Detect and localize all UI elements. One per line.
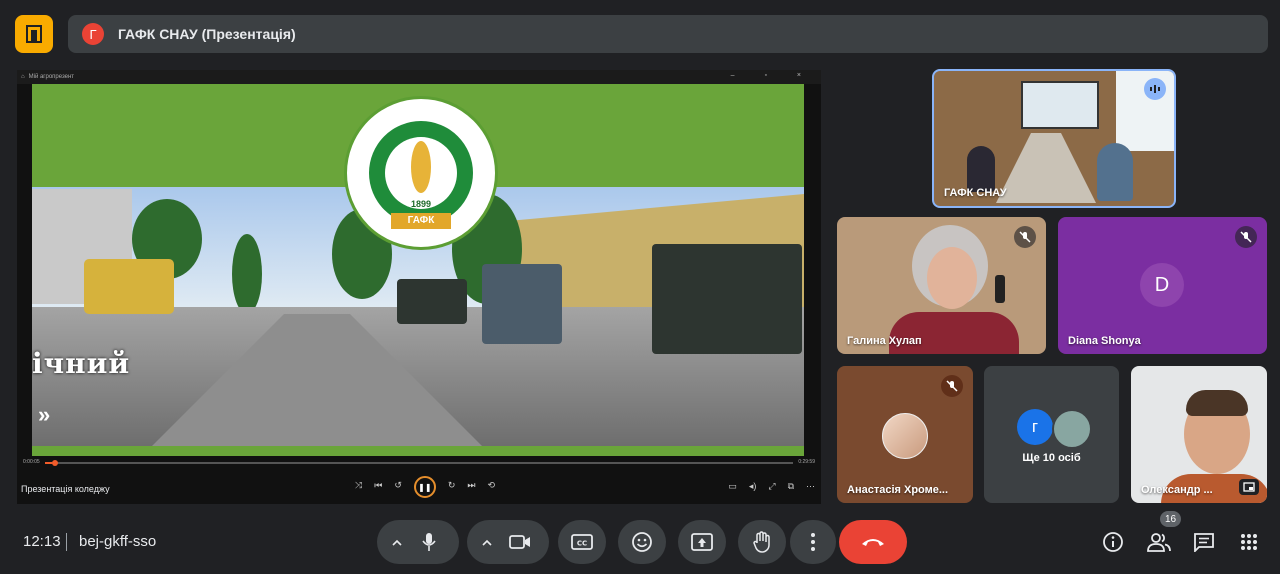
participant-tile[interactable]: Галина Хулап [837, 217, 1046, 354]
slide-text: ічний [32, 347, 131, 380]
reactions-button[interactable] [618, 520, 666, 564]
meeting-title-bar[interactable]: Г ГАФК СНАУ (Презентація) [68, 15, 1268, 53]
hand-icon [753, 531, 770, 553]
meeting-title: ГАФК СНАУ (Презентація) [118, 26, 296, 42]
slide-arrows: » [38, 402, 51, 427]
wheat-icon [411, 141, 431, 193]
microphone-icon[interactable] [421, 532, 437, 552]
meeting-code: bej-gkff-sso [79, 533, 157, 550]
slide-bus [84, 259, 174, 314]
end-call-button[interactable] [839, 520, 907, 564]
time-total: 0:29:59 [798, 459, 815, 465]
more-icon[interactable]: ⋯ [806, 481, 815, 492]
forward-icon[interactable]: ↻ [448, 480, 456, 498]
room-projector-screen [1021, 81, 1099, 129]
seek-bar[interactable] [45, 460, 793, 466]
more-options-button[interactable] [790, 520, 836, 564]
player-caption: Презентація коледжу [21, 484, 110, 494]
apps-grid-icon [1241, 534, 1257, 550]
video-options-chevron-icon[interactable] [481, 538, 493, 546]
pause-button[interactable]: ❚❚ [413, 476, 436, 498]
more-vert-icon [811, 533, 815, 551]
participant-name: Галина Хулап [847, 335, 922, 347]
college-logo: 1899 ГАФК [344, 96, 498, 250]
avatar: D [1140, 263, 1184, 307]
activities-button[interactable] [1233, 526, 1265, 558]
present-button[interactable] [678, 520, 726, 564]
participant-tile[interactable]: Анастасія Хроме... [837, 366, 973, 503]
more-participants-label: Ще 10 осіб [1022, 452, 1081, 464]
shuffle-icon[interactable]: ⤨ [355, 480, 362, 498]
slide: 1899 ГАФК ічний » [32, 84, 804, 456]
audio-options-chevron-icon[interactable] [391, 538, 403, 546]
present-screen-icon [691, 533, 713, 551]
avatar: г [1017, 409, 1053, 445]
participant-name: ГАФК СНАУ [944, 187, 1007, 199]
window-title: Мій агропрезент [28, 74, 75, 80]
next-icon[interactable]: ⏭ [467, 480, 475, 498]
avatar [882, 413, 928, 459]
player-controls: Презентація коледжу ⤨ ⏮ ↺ ❚❚ ↻ ⏭ ⟲ ▭ ◂) … [17, 474, 821, 504]
mic-off-icon [941, 375, 963, 397]
pin-icon[interactable] [1239, 479, 1259, 495]
slide-bottom-band [32, 446, 804, 456]
host-avatar: Г [82, 23, 104, 45]
more-participants-tile[interactable]: г Ще 10 осіб [984, 366, 1119, 503]
window-controls: – ▫ × [730, 72, 815, 79]
logo-ribbon: ГАФК [391, 213, 451, 229]
chat-button[interactable] [1188, 526, 1220, 558]
fullscreen-icon[interactable]: ⤢ [768, 481, 775, 492]
participants-count-badge: 16 [1160, 511, 1182, 527]
meeting-info-button[interactable] [1097, 526, 1129, 558]
camera-icon[interactable] [509, 534, 531, 550]
captions-icon: CC [571, 534, 593, 550]
participant-tile[interactable]: ГАФК СНАУ [932, 69, 1176, 208]
mic-off-icon [1235, 226, 1257, 248]
slide-vehicle [397, 279, 467, 324]
slide-vehicle [482, 264, 562, 344]
miniplayer-icon[interactable]: ⧉ [788, 481, 794, 492]
divider [66, 533, 67, 551]
logo-year: 1899 [410, 199, 432, 209]
speaking-indicator-icon [1144, 78, 1166, 100]
mic-control-group [377, 520, 459, 564]
time-current: 0:00:05 [23, 459, 40, 465]
rewind-icon[interactable]: ↺ [394, 480, 402, 498]
people-button[interactable] [1143, 526, 1175, 558]
chat-icon [1194, 533, 1214, 552]
clock: 12:13 [23, 533, 61, 550]
avatar [1052, 409, 1092, 449]
participant-name: Олександр ... [1141, 484, 1213, 496]
participant-tile[interactable]: D Diana Shonya [1058, 217, 1267, 354]
camera-control-group [467, 520, 549, 564]
participant-tile[interactable]: Олександр ... [1131, 366, 1267, 503]
slide-vehicle [652, 244, 802, 354]
info-icon [1103, 532, 1123, 552]
captions-button[interactable]: CC [558, 520, 606, 564]
people-icon [1147, 533, 1171, 552]
previous-icon[interactable]: ⏮ [374, 480, 382, 498]
mic-off-icon [1014, 226, 1036, 248]
raise-hand-button[interactable] [738, 520, 786, 564]
subtitles-icon[interactable]: ▭ [728, 481, 737, 492]
participant-name: Анастасія Хроме... [847, 484, 949, 496]
home-icon: ⌂ [21, 74, 25, 80]
seek-progress [45, 462, 53, 464]
repeat-icon[interactable]: ⟲ [488, 480, 496, 498]
slide-tree [232, 234, 262, 314]
volume-icon[interactable]: ◂) [749, 481, 757, 492]
hang-up-icon [862, 539, 884, 546]
participant-name: Diana Shonya [1068, 335, 1141, 347]
presenter-window-titlebar: ⌂ Мій агропрезент – ▫ × [17, 70, 821, 84]
meet-room-icon[interactable] [15, 15, 53, 53]
svg-text:CC: CC [577, 540, 587, 548]
emoji-icon [632, 532, 652, 552]
presentation-stage[interactable]: ⌂ Мій агропрезент – ▫ × 1899 ГАФК ічний … [17, 70, 821, 504]
